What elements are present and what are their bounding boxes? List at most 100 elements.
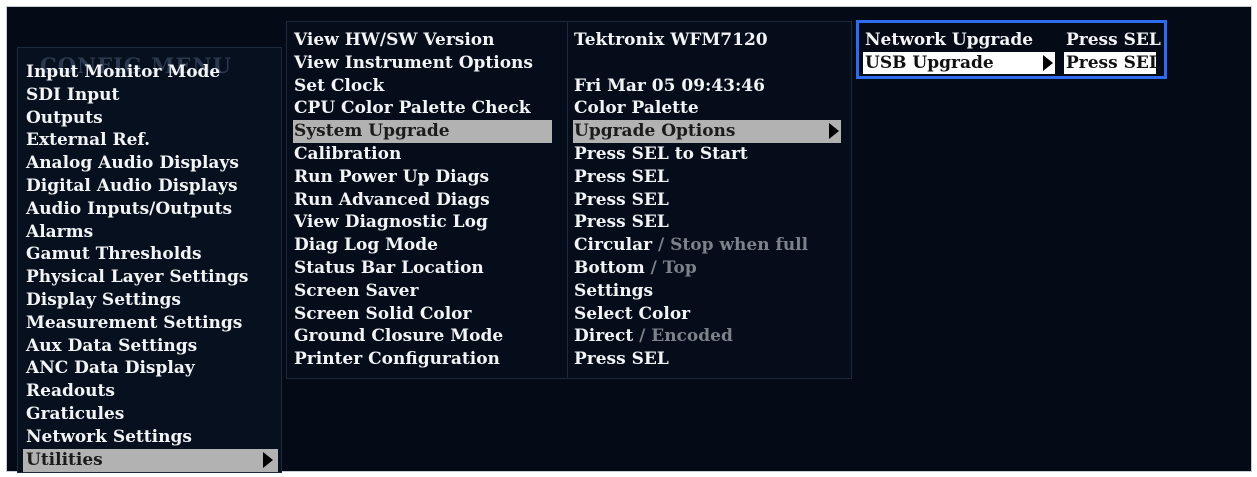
utility-value-text: Press SEL to Start (574, 144, 748, 164)
config-item-label: SDI Input (26, 84, 120, 105)
config-item-readouts[interactable]: Readouts (23, 380, 276, 403)
config-item-sdi-input[interactable]: SDI Input (23, 84, 276, 107)
config-item-graticules[interactable]: Graticules (23, 403, 276, 426)
config-item-label: Digital Audio Displays (26, 176, 238, 196)
utility-value[interactable]: Tektronix WFM7120 (573, 29, 841, 52)
upgrade-network-upgrade[interactable]: Network Upgrade (863, 29, 1055, 51)
config-item-display-settings[interactable]: Display Settings (23, 289, 276, 312)
utility-value[interactable]: Press SEL (573, 166, 841, 189)
config-item-label: Aux Data Settings (26, 335, 198, 356)
config-item-input-monitor-mode[interactable]: Input Monitor Mode (23, 61, 276, 84)
option-alternate[interactable]: Top (663, 258, 697, 278)
config-item-label: Audio Inputs/Outputs (26, 198, 233, 219)
upgrade-value-text: Press SEL (1066, 30, 1161, 50)
utility-label: View HW/SW Version (294, 30, 495, 50)
utility-value-text: Direct (574, 326, 634, 347)
utility-view-instrument-options[interactable]: View Instrument Options (293, 52, 552, 75)
column-divider (567, 22, 568, 378)
utility-value-text: Fri Mar 05 09:43:46 (574, 75, 765, 96)
config-item-label: Analog Audio Displays (26, 153, 239, 174)
config-item-outputs[interactable]: Outputs (23, 107, 276, 130)
utility-view-hw-sw-version[interactable]: View HW/SW Version (293, 29, 552, 52)
utility-value[interactable]: Settings (573, 280, 841, 303)
utility-value-text: Bottom (574, 258, 645, 278)
config-item-label: Physical Layer Settings (26, 267, 249, 288)
utility-diag-log-mode[interactable]: Diag Log Mode (293, 234, 552, 257)
utility-ground-closure-mode[interactable]: Ground Closure Mode (293, 325, 552, 348)
utility-value[interactable]: Fri Mar 05 09:43:46 (573, 75, 841, 98)
config-item-label: ANC Data Display (26, 358, 195, 379)
utility-run-power-up-diags[interactable]: Run Power Up Diags (293, 166, 552, 189)
utility-label: Calibration (294, 144, 402, 164)
utility-value-text: Press SEL (574, 166, 669, 187)
utility-value-text: Select Color (574, 303, 691, 324)
utility-label: Screen Saver (294, 280, 419, 301)
utility-calibration[interactable]: Calibration (293, 143, 552, 166)
config-item-digital-audio-displays[interactable]: Digital Audio Displays (23, 175, 276, 198)
config-item-gamut-thresholds[interactable]: Gamut Thresholds (23, 243, 276, 266)
utility-screen-solid-color[interactable]: Screen Solid Color (293, 303, 552, 326)
config-item-audio-inputs-outputs[interactable]: Audio Inputs/Outputs (23, 198, 276, 221)
utility-label: Printer Configuration (294, 349, 500, 370)
upgrade-usb-upgrade[interactable]: USB Upgrade (863, 52, 1055, 74)
config-item-network-settings[interactable]: Network Settings (23, 426, 276, 449)
utility-value[interactable]: Color Palette (573, 97, 841, 120)
upgrade-value[interactable]: Press SEL (1064, 29, 1161, 51)
utility-status-bar-location[interactable]: Status Bar Location (293, 257, 552, 280)
config-item-utilities[interactable]: Utilities (23, 448, 278, 472)
utility-label: Status Bar Location (294, 258, 484, 278)
utility-label: Diag Log Mode (294, 235, 438, 256)
utility-value[interactable]: Select Color (573, 303, 841, 326)
upgrade-value[interactable]: Press SEL (1064, 52, 1161, 74)
utility-label: View Instrument Options (294, 52, 533, 73)
utility-label: System Upgrade (294, 121, 450, 142)
utility-label: Set Clock (294, 75, 385, 96)
utility-value-text: Tektronix WFM7120 (574, 30, 768, 50)
config-item-label: Network Settings (26, 426, 192, 447)
utility-value[interactable]: Press SEL (573, 189, 841, 212)
config-item-alarms[interactable]: Alarms (23, 221, 276, 244)
utility-value[interactable]: Circular / Stop when full (573, 234, 841, 257)
upgrade-submenu-panel: Network Upgrade Press SEL USB Upgrade Press… (856, 20, 1167, 79)
utility-label: Ground Closure Mode (294, 326, 504, 347)
utility-printer-configuration[interactable]: Printer Configuration (293, 348, 552, 371)
upgrade-label: Network Upgrade (865, 30, 1034, 50)
config-item-physical-layer-settings[interactable]: Physical Layer Settings (23, 266, 276, 289)
utility-value[interactable]: Press SEL to Start (573, 143, 841, 166)
utility-value-text: Upgrade Options (574, 121, 736, 142)
option-alternate[interactable]: Stop when full (670, 235, 808, 255)
config-item-label: Readouts (26, 381, 115, 402)
utility-value-text: Press SEL (574, 189, 669, 210)
upgrade-label: USB Upgrade (865, 53, 994, 73)
config-item-label: Measurement Settings (26, 312, 243, 333)
option-separator: / (652, 235, 671, 256)
upgrade-value-text: Press SEL (1066, 53, 1161, 73)
config-item-external-ref[interactable]: External Ref. (23, 129, 276, 152)
utility-value-text: Circular (574, 235, 653, 256)
submenu-arrow-icon (263, 451, 273, 468)
config-item-anc-data-display[interactable]: ANC Data Display (23, 357, 276, 380)
utility-label: Screen Solid Color (294, 303, 472, 324)
config-item-label: External Ref. (26, 130, 151, 151)
utility-value[interactable]: Bottom / Top (573, 257, 841, 280)
config-item-label: Input Monitor Mode (26, 62, 221, 82)
option-alternate[interactable]: Encoded (651, 326, 733, 346)
utility-value[interactable]: Press SEL (573, 348, 841, 371)
utility-screen-saver[interactable]: Screen Saver (293, 280, 552, 303)
utility-view-diagnostic-log[interactable]: View Diagnostic Log (293, 211, 552, 234)
utility-cpu-color-palette-check[interactable]: CPU Color Palette Check (293, 97, 552, 120)
utility-run-advanced-diags[interactable]: Run Advanced Diags (293, 189, 552, 212)
utility-set-clock[interactable]: Set Clock (293, 75, 552, 98)
config-item-measurement-settings[interactable]: Measurement Settings (23, 312, 276, 335)
utility-label: Run Power Up Diags (294, 166, 490, 187)
utility-value[interactable]: Press SEL (573, 211, 841, 234)
utility-system-upgrade[interactable]: System Upgrade (293, 120, 552, 144)
utility-value[interactable]: Upgrade Options (573, 120, 841, 144)
utility-value-text: Color Palette (574, 98, 699, 119)
utility-label: View Diagnostic Log (294, 212, 488, 233)
config-item-analog-audio-displays[interactable]: Analog Audio Displays (23, 152, 276, 175)
config-item-aux-data-settings[interactable]: Aux Data Settings (23, 335, 276, 358)
utility-value[interactable]: Direct / Encoded (573, 325, 841, 348)
submenu-arrow-icon (829, 123, 839, 140)
option-separator: / (644, 258, 663, 278)
